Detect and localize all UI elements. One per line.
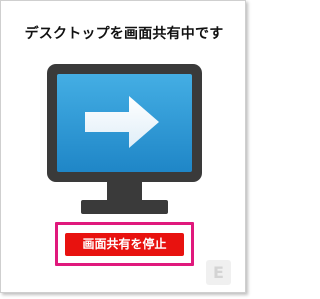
screen-share-dialog: デスクトップを画面共有中です 画面共有を停止 E — [0, 0, 246, 293]
dialog-title: デスクトップを画面共有中です — [24, 26, 224, 42]
stop-screen-share-button[interactable]: 画面共有を停止 — [65, 233, 184, 256]
monitor-share-icon — [47, 64, 202, 214]
corner-badge: E — [206, 260, 231, 285]
